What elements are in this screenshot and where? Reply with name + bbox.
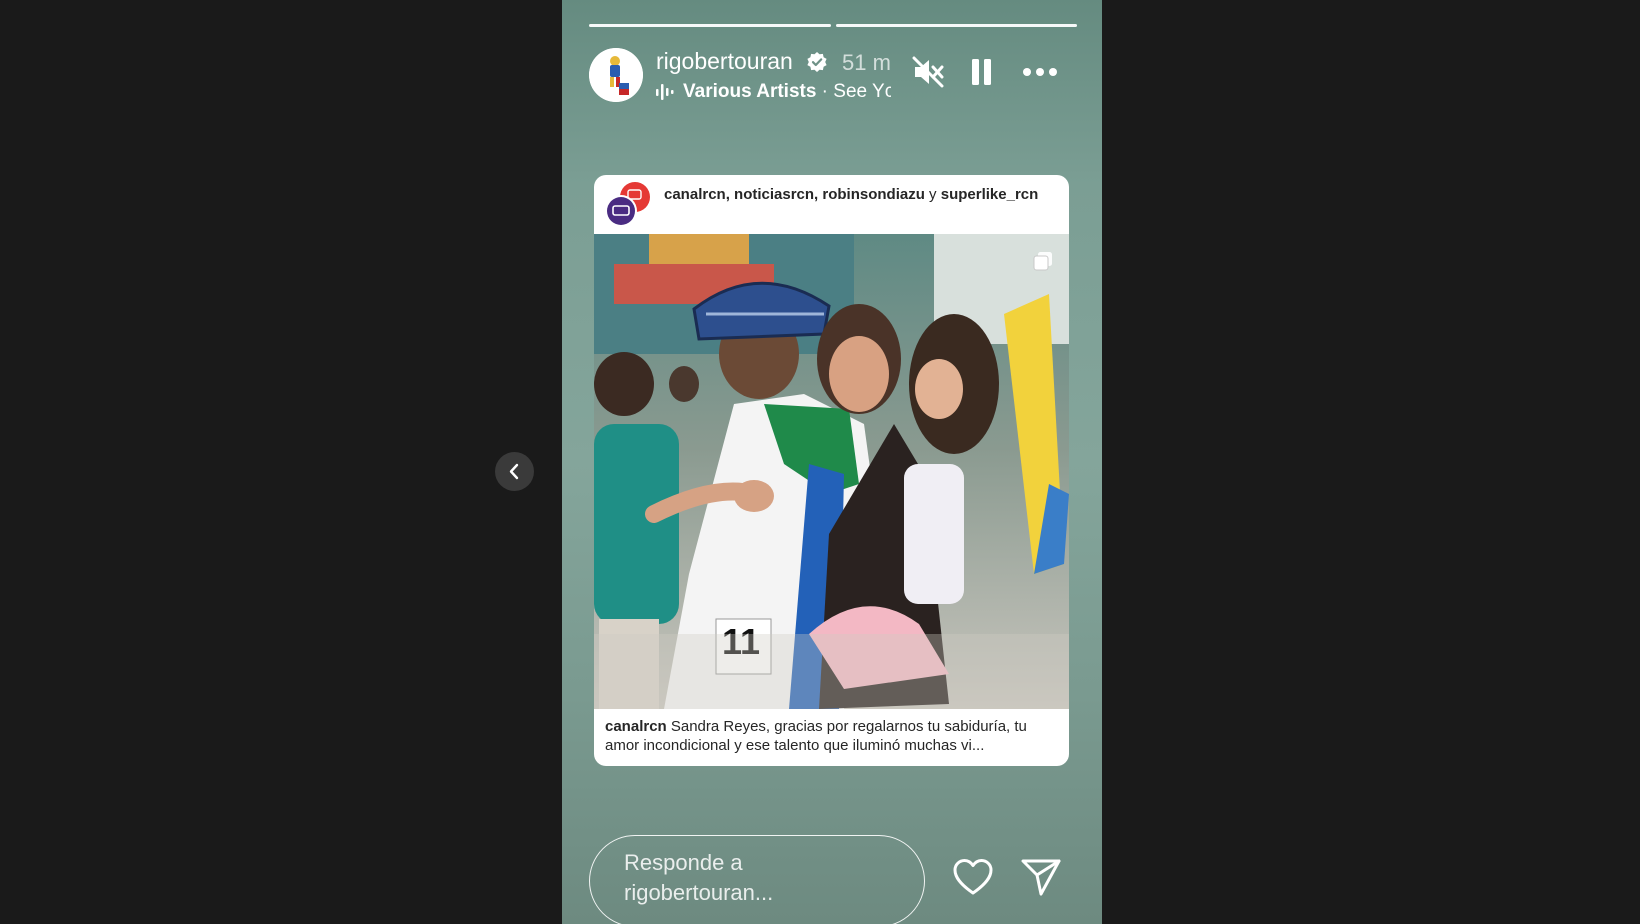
post-caption: canalrcn Sandra Reyes, gracias por regal… xyxy=(605,717,1060,755)
verified-badge-icon xyxy=(807,52,827,72)
heart-icon[interactable] xyxy=(952,857,994,897)
music-separator: · xyxy=(816,81,834,102)
story-progress xyxy=(589,24,1077,27)
muted-speaker-icon[interactable] xyxy=(912,56,944,88)
multi-photo-icon xyxy=(1033,252,1052,271)
authors-join: y xyxy=(924,186,941,203)
music-info[interactable]: Various Artists · See Yc xyxy=(683,81,891,103)
pause-icon[interactable] xyxy=(970,56,994,88)
reply-placeholder: Responde a rigobertouran... xyxy=(624,850,774,905)
story-username[interactable]: rigobertouran xyxy=(656,48,793,75)
caption-text: Sandra Reyes, gracias por regalarnos tu … xyxy=(605,718,1027,754)
authors-last: superlike_rcn xyxy=(940,186,1039,203)
authors-bold: canalrcn, noticiasrcn, robinsondiazu xyxy=(664,186,925,203)
progress-segment xyxy=(835,24,1077,27)
post-authors[interactable]: canalrcn, noticiasrcn, robinsondiazu y s… xyxy=(664,185,1059,204)
caption-user[interactable]: canalrcn xyxy=(605,718,667,735)
music-bars-icon xyxy=(656,84,674,100)
story-time: 51 m xyxy=(842,50,890,75)
shared-post-card[interactable]: canalrcn, noticiasrcn, robinsondiazu y s… xyxy=(594,175,1069,766)
channel-logo xyxy=(605,182,650,227)
reply-input[interactable]: Responde a rigobertouran... xyxy=(589,835,925,924)
story-viewer: rigobertouran 51 m Various Artists · See… xyxy=(562,0,1102,924)
more-icon[interactable] xyxy=(1022,56,1058,88)
music-title: See Yc xyxy=(833,81,891,102)
progress-segment xyxy=(589,24,831,27)
previous-story-button[interactable] xyxy=(495,452,534,491)
avatar[interactable] xyxy=(589,48,643,102)
post-photo[interactable]: 11 xyxy=(594,234,1069,709)
post-header: canalrcn, noticiasrcn, robinsondiazu y s… xyxy=(594,175,1069,234)
send-icon[interactable] xyxy=(1020,857,1062,897)
music-artist: Various Artists xyxy=(683,81,817,102)
chevron-left-icon xyxy=(509,463,519,480)
